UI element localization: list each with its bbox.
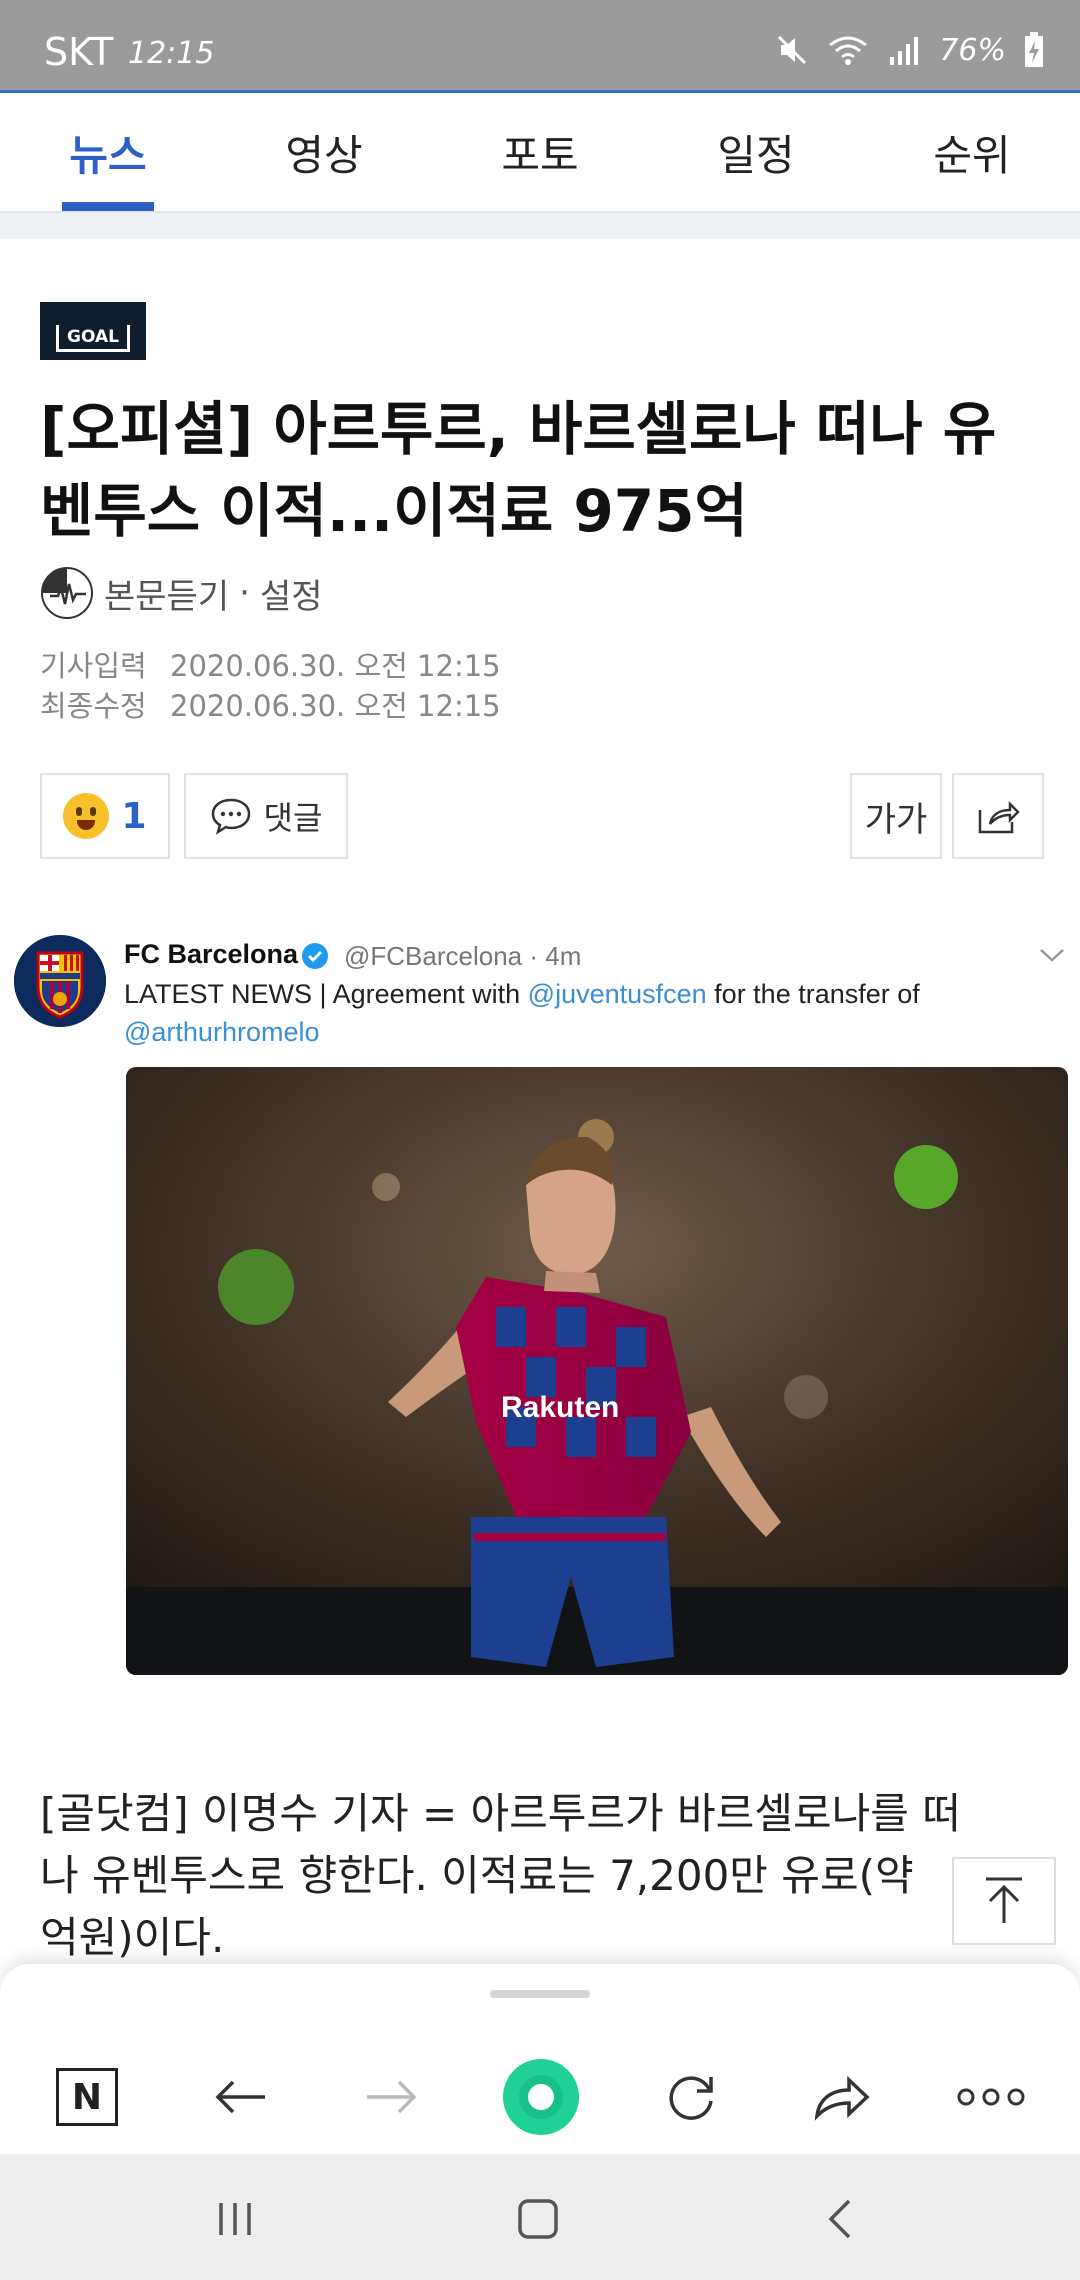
share-button[interactable] [952, 773, 1044, 859]
font-size-label: 가가 [864, 799, 928, 840]
separator-dot: · [239, 573, 250, 613]
sponsor-text: Rakuten [501, 1391, 619, 1424]
article-body: [골닷컴] 이명수 기자 = 아르투르가 바르셀로나를 떠 나 유벤투스로 향한… [40, 1783, 1050, 1969]
tweet-text: LATEST NEWS | Agreement with @juventusfc… [124, 975, 1024, 1051]
tab-label: 영상 [285, 130, 363, 180]
tweet-handle-time[interactable]: @FCBarcelona · 4m [344, 941, 581, 972]
tweet-author-name[interactable]: FC Barcelona [124, 939, 298, 970]
input-date: 2020.06.30. 오전 12:15 [170, 649, 501, 683]
tab-spacer [0, 213, 1080, 239]
signal-icon [890, 37, 919, 65]
system-nav-bar [0, 2154, 1080, 2280]
mention-arthur[interactable]: @arthurhromelo [124, 1017, 320, 1047]
carrier-label: SKT [44, 30, 114, 74]
comment-button[interactable]: 댓글 [184, 773, 348, 859]
naver-home-button[interactable]: N [42, 2052, 132, 2142]
body-line-2: 나 유벤투스로 향한다. 이적료는 7,200만 유로(약 [40, 1851, 914, 1900]
article-headline: [오피셜] 아르투르, 바르셀로나 떠나 유 벤투스 이적...이적료 975억 [40, 388, 1040, 552]
body-line-3: 억원)이다. [40, 1913, 225, 1962]
recent-apps-button[interactable] [195, 2184, 275, 2254]
share-arrow-icon [814, 2075, 870, 2121]
reaction-count: 1 [121, 795, 147, 837]
verified-badge-icon [302, 943, 328, 969]
tab-photo[interactable]: 포토 [432, 93, 648, 211]
tab-label: 포토 [501, 130, 579, 180]
scroll-to-top-button[interactable] [952, 1857, 1056, 1945]
more-dots-icon [957, 2088, 1025, 2106]
article-dates: 기사입력 2020.06.30. 오전 12:15 최종수정 2020.06.30.… [40, 646, 501, 726]
arrow-right-icon [367, 2080, 417, 2114]
listen-row: 본문듣기 · 설정 [40, 565, 323, 621]
more-button[interactable] [946, 2052, 1036, 2142]
forward-share-button[interactable] [796, 2052, 886, 2142]
mention-juventus[interactable]: @juventusfcen [528, 979, 707, 1009]
forward-button[interactable] [346, 2052, 436, 2142]
wifi-icon [829, 36, 868, 65]
fcb-crest-avatar[interactable] [14, 935, 106, 1027]
section-tabs: 뉴스 영상 포토 일정 순위 [0, 93, 1080, 213]
home-button[interactable] [498, 2184, 578, 2254]
browser-toolbar: N [0, 1964, 1080, 2154]
arrow-left-icon [215, 2080, 265, 2114]
tweet-text-prefix: LATEST NEWS | Agreement with [124, 979, 528, 1009]
recent-apps-icon [219, 2203, 251, 2235]
tweet-text-middle: for the transfer of [706, 979, 920, 1009]
goal-logo[interactable]: GOAL [40, 302, 146, 360]
headline-line-2: 벤투스 이적...이적료 975억 [40, 477, 748, 545]
modified-date: 2020.06.30. 오전 12:15 [170, 689, 501, 723]
status-time: 12:15 [128, 36, 215, 71]
system-back-button[interactable] [800, 2184, 880, 2254]
refresh-button[interactable] [646, 2052, 736, 2142]
modified-date-label: 최종수정 [40, 689, 147, 723]
mute-icon [778, 35, 807, 65]
battery-charging-icon [1025, 32, 1043, 67]
home-square-icon [518, 2199, 558, 2239]
refresh-icon [669, 2076, 713, 2120]
tab-label: 뉴스 [69, 130, 147, 180]
tweet-embed[interactable]: FC Barcelona @FCBarcelona · 4m LATEST NE… [0, 925, 1080, 1685]
naver-n-icon: N [56, 2068, 118, 2126]
status-icons: 76% [775, 30, 1044, 70]
tab-label: 일정 [717, 130, 795, 180]
audio-listen-icon[interactable] [40, 566, 94, 620]
comment-bubble-icon [211, 798, 250, 835]
chevron-left-icon [828, 2199, 851, 2239]
listen-button[interactable]: 본문듣기 [104, 569, 229, 618]
green-dot-button[interactable] [496, 2052, 586, 2142]
battery-percent: 76% [939, 32, 1006, 68]
body-line-1: [골닷컴] 이명수 기자 = 아르투르가 바르셀로나를 떠 [40, 1789, 961, 1838]
input-date-label: 기사입력 [40, 649, 147, 683]
status-bar: SKT 12:15 76% [0, 0, 1080, 92]
tab-news[interactable]: 뉴스 [0, 93, 216, 211]
listen-settings-button[interactable]: 설정 [260, 569, 323, 618]
chevron-down-icon[interactable] [1038, 945, 1066, 965]
tab-label: 순위 [933, 130, 1011, 180]
goal-logo-text: GOAL [56, 324, 130, 352]
reaction-button[interactable]: 1 [40, 773, 170, 859]
smile-emoji-icon [63, 793, 110, 839]
tab-ranking[interactable]: 순위 [864, 93, 1080, 211]
share-icon [978, 800, 1020, 834]
drag-handle[interactable] [490, 1990, 590, 1998]
green-dot-icon [503, 2059, 579, 2135]
tweet-photo[interactable]: Rakuten [126, 1067, 1068, 1675]
back-button[interactable] [196, 2052, 286, 2142]
headline-line-1: [오피셜] 아르투르, 바르셀로나 떠나 유 [40, 395, 997, 463]
arrow-up-icon [986, 1877, 1022, 1923]
comment-label: 댓글 [263, 799, 323, 837]
tab-schedule[interactable]: 일정 [648, 93, 864, 211]
font-size-button[interactable]: 가가 [850, 773, 942, 859]
tab-video[interactable]: 영상 [216, 93, 432, 211]
